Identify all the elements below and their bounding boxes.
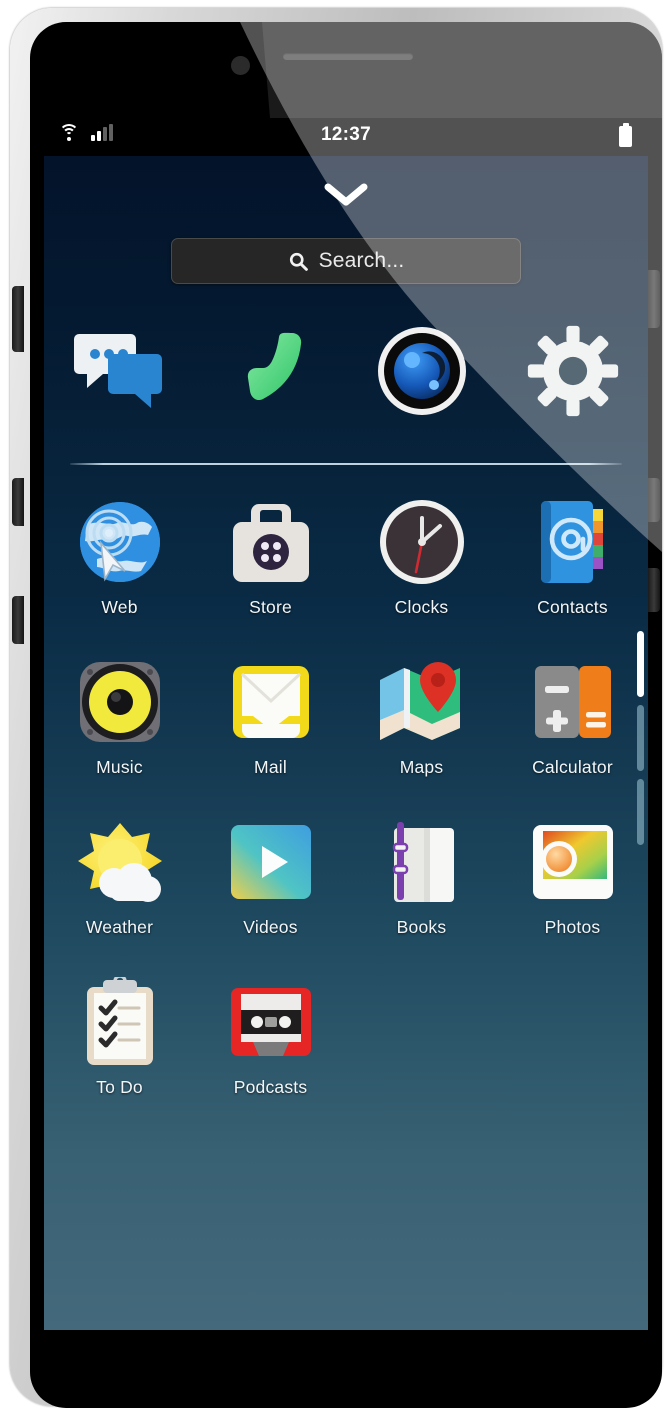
status-bar-clock: 12:37 [320, 124, 372, 145]
todo-clipboard-icon [74, 976, 166, 1068]
side-button-left-3[interactable] [12, 596, 24, 644]
app-store[interactable]: Store [195, 488, 346, 648]
web-globe-icon [74, 496, 166, 588]
app-label: Mail [254, 757, 287, 777]
front-camera-icon [231, 56, 250, 75]
books-icon [376, 816, 468, 908]
earpiece-speaker [283, 53, 413, 60]
page-indicator-dot-3[interactable] [637, 779, 644, 845]
contacts-book-icon [527, 496, 619, 588]
calculator-icon [527, 656, 619, 748]
page-indicator[interactable] [637, 631, 644, 845]
app-label: Web [101, 597, 138, 617]
app-calculator[interactable]: Calculator [497, 648, 648, 808]
side-button-right-1[interactable] [648, 270, 660, 328]
app-books[interactable]: Books [346, 808, 497, 968]
app-weather[interactable]: Weather [44, 808, 195, 968]
app-label: Photos [544, 917, 601, 937]
side-button-left-1[interactable] [12, 286, 24, 352]
search-input[interactable]: Search... [171, 238, 521, 284]
app-label: Music [96, 757, 143, 777]
side-button-right-3[interactable] [648, 568, 660, 612]
music-speaker-icon [74, 656, 166, 748]
mail-envelope-icon [225, 656, 317, 748]
app-label: Store [249, 597, 292, 617]
app-music[interactable]: Music [44, 648, 195, 808]
app-grid: Web Store Clocks Contacts Music Mail Map… [44, 488, 648, 1128]
page-indicator-dot-2[interactable] [637, 705, 644, 771]
clocks-icon [376, 496, 468, 588]
store-bag-icon [225, 496, 317, 588]
app-photos[interactable]: Photos [497, 808, 648, 968]
app-settings[interactable] [497, 316, 648, 426]
favorites-row [44, 316, 648, 426]
app-maps[interactable]: Maps [346, 648, 497, 808]
screenshot-root: 12:37 Search... Web Store Clocks Contact… [0, 0, 672, 1413]
app-camera[interactable] [346, 316, 497, 426]
weather-sun-cloud-icon [74, 816, 166, 908]
page-indicator-dot-1[interactable] [637, 631, 644, 697]
chevron-down-icon[interactable] [44, 182, 648, 213]
app-label: Contacts [537, 597, 608, 617]
battery-icon [619, 126, 632, 147]
app-label: Clocks [394, 597, 449, 617]
maps-pin-icon [376, 656, 468, 748]
app-web[interactable]: Web [44, 488, 195, 648]
app-todo[interactable]: To Do [44, 968, 195, 1128]
app-label: To Do [96, 1077, 143, 1097]
app-phone[interactable] [195, 316, 346, 426]
app-clocks[interactable]: Clocks [346, 488, 497, 648]
search-icon [289, 252, 308, 271]
app-label: Calculator [532, 757, 613, 777]
phone-screen: Search... Web Store Clocks Contacts Musi… [44, 156, 648, 1330]
app-label: Books [396, 917, 447, 937]
side-button-right-2[interactable] [648, 478, 660, 522]
app-label: Weather [85, 917, 154, 937]
app-podcasts[interactable]: Podcasts [195, 968, 346, 1128]
app-videos[interactable]: Videos [195, 808, 346, 968]
app-mail[interactable]: Mail [195, 648, 346, 808]
photos-icon [527, 816, 619, 908]
app-label: Maps [399, 757, 444, 777]
app-label: Podcasts [233, 1077, 308, 1097]
status-bar: 12:37 [44, 118, 648, 156]
phone-frame: 12:37 Search... Web Store Clocks Contact… [10, 8, 662, 1408]
favorites-divider [70, 463, 622, 465]
side-button-left-2[interactable] [12, 478, 24, 526]
app-contacts[interactable]: Contacts [497, 488, 648, 648]
podcasts-cassette-icon [225, 976, 317, 1068]
videos-play-icon [225, 816, 317, 908]
status-bar-right [619, 126, 632, 147]
app-messages[interactable] [44, 316, 195, 426]
search-placeholder: Search... [318, 249, 405, 272]
app-label: Videos [243, 917, 298, 937]
